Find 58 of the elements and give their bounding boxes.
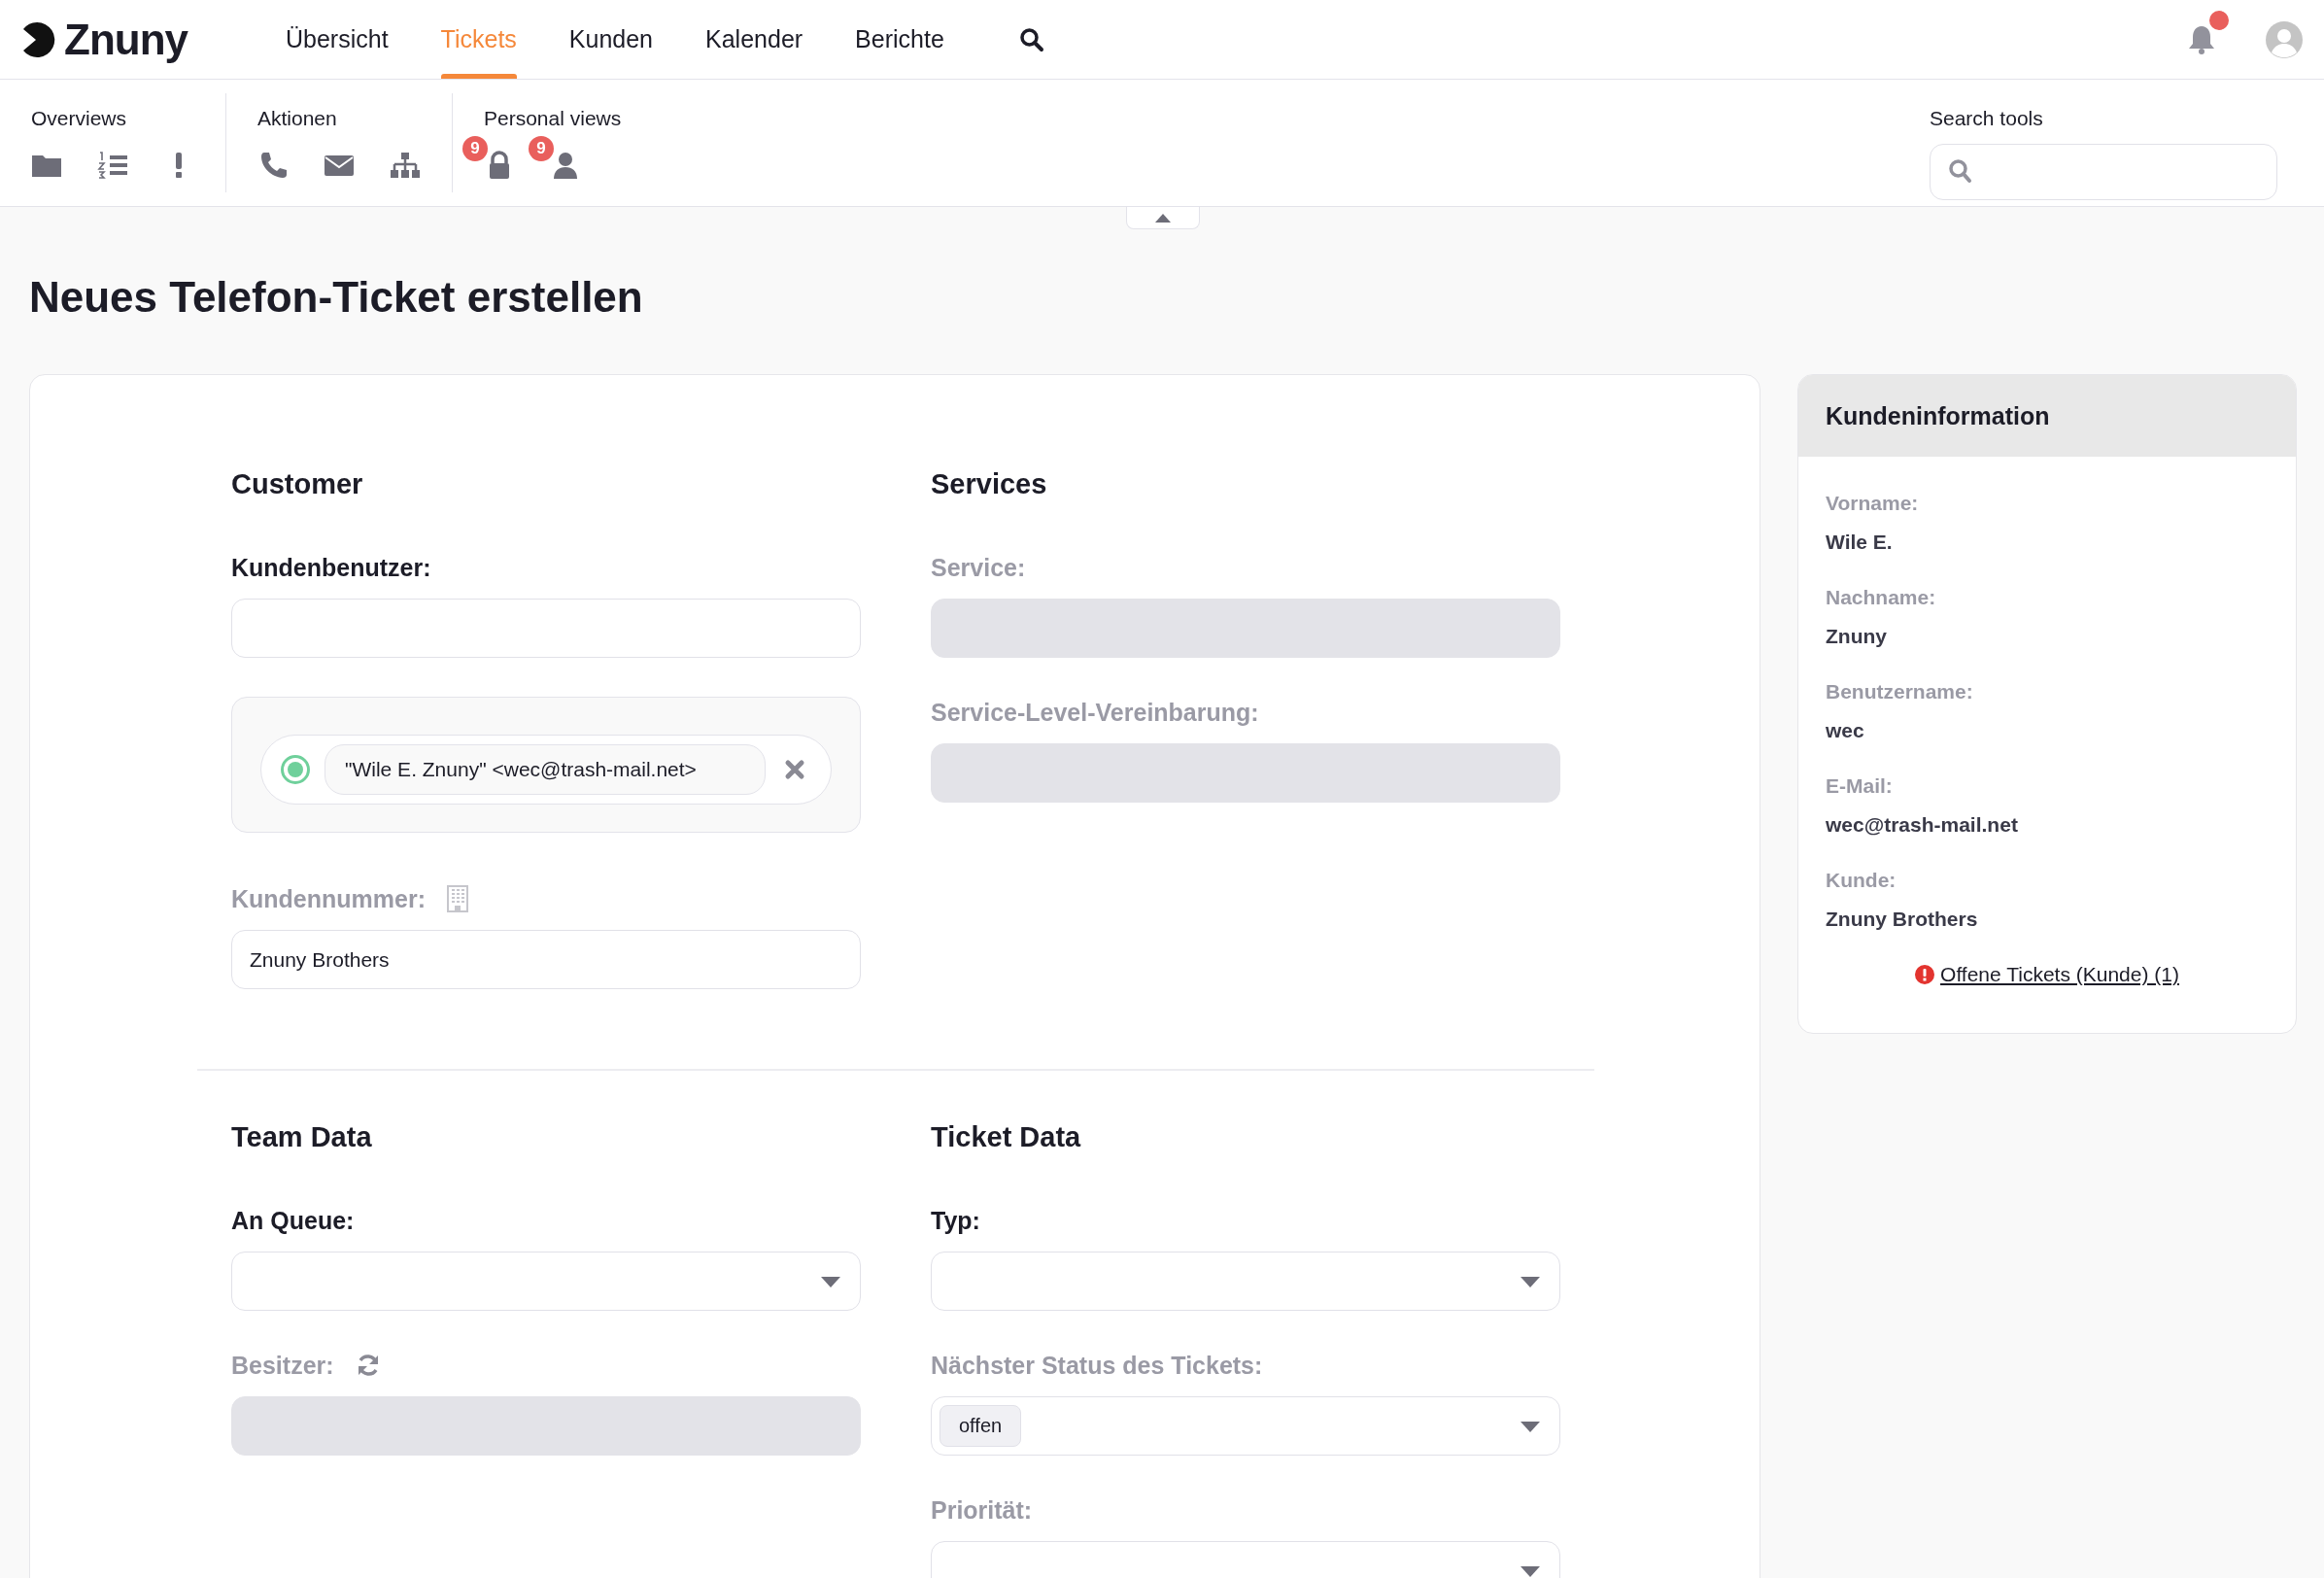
- numbered-list-icon[interactable]: [97, 150, 128, 181]
- collapse-toggle[interactable]: [1126, 207, 1200, 229]
- radio-button[interactable]: [281, 755, 310, 784]
- section-title: Services: [931, 468, 1048, 501]
- caret-up-icon: [1155, 213, 1171, 223]
- caret-down-icon: [1521, 1277, 1540, 1288]
- caret-down-icon: [1521, 1566, 1540, 1578]
- input-field[interactable]: Znuny Brothers: [231, 930, 861, 989]
- caret-down-icon: [1521, 1422, 1540, 1433]
- info-label: Nachname:: [1826, 586, 1937, 610]
- field-label: An Queue:: [231, 1206, 355, 1235]
- building-icon: [447, 885, 468, 912]
- field-label: Kundenbenutzer:: [231, 553, 431, 582]
- info-value: wec: [1826, 719, 1865, 743]
- field-label: Nächster Status des Tickets:: [931, 1351, 1263, 1380]
- caret-down-icon: [821, 1277, 840, 1288]
- field-label: Kundennummer:: [231, 884, 426, 913]
- input-field[interactable]: [231, 599, 861, 658]
- close-icon[interactable]: [784, 759, 805, 780]
- info-value: wec@trash-mail.net: [1826, 813, 2019, 838]
- section-title: Customer: [231, 468, 364, 501]
- search-icon: [1948, 158, 1973, 186]
- nav-tab[interactable]: Kunden: [542, 0, 680, 79]
- dropdown[interactable]: offen: [931, 1396, 1560, 1456]
- field-label: Service-Level-Vereinbarung:: [931, 698, 1259, 727]
- nav-tab[interactable]: Übersicht: [259, 0, 415, 79]
- nav-tab[interactable]: Kalender: [679, 0, 830, 79]
- info-label: E-Mail:: [1826, 774, 1894, 799]
- search-icon[interactable]: [1018, 26, 1044, 52]
- logo-text[interactable]: Znuny: [64, 15, 188, 64]
- tickets-link[interactable]: Offene Tickets (Kunde) (1): [1940, 963, 2179, 986]
- toolbar-group-label: Overviews: [31, 107, 127, 130]
- sitemap-icon[interactable]: [390, 150, 421, 181]
- selected-value: offen: [940, 1405, 1022, 1447]
- customer-value: "Wile E. Znuny" <wec@trash-mail.net>: [325, 744, 766, 795]
- avatar-icon[interactable]: [2266, 20, 2303, 58]
- toolbar-group-label: Aktionen: [257, 107, 337, 130]
- search-field[interactable]: [1930, 144, 2277, 200]
- nav-tab[interactable]: Berichte: [829, 0, 971, 79]
- info-value: Znuny Brothers: [1826, 908, 1979, 932]
- info-label: Vorname:: [1826, 492, 1920, 516]
- customer-entry[interactable]: "Wile E. Znuny" <wec@trash-mail.net>: [260, 735, 832, 805]
- field-label: Priorität:: [931, 1495, 1033, 1525]
- toolbar-group-label: Search tools: [1930, 107, 2043, 130]
- field-label: Service:: [931, 553, 1026, 582]
- section-title: Ticket Data: [931, 1121, 1082, 1154]
- section-title: Team Data: [231, 1121, 373, 1154]
- info-value: Znuny: [1826, 625, 1888, 649]
- info-value: Wile E.: [1826, 531, 1894, 555]
- count-badge: 9: [462, 136, 488, 161]
- info-label: Benutzername:: [1826, 680, 1974, 704]
- count-badge: 9: [529, 136, 554, 161]
- page-title: Neues Telefon-Ticket erstellen: [29, 273, 644, 323]
- card-title: Kundeninformation: [1798, 375, 2296, 457]
- toolbar-group-label: Personal views: [484, 107, 622, 130]
- field-label: Besitzer:: [231, 1351, 334, 1380]
- field-label: Typ:: [931, 1206, 980, 1235]
- info-label: Kunde:: [1826, 869, 1897, 893]
